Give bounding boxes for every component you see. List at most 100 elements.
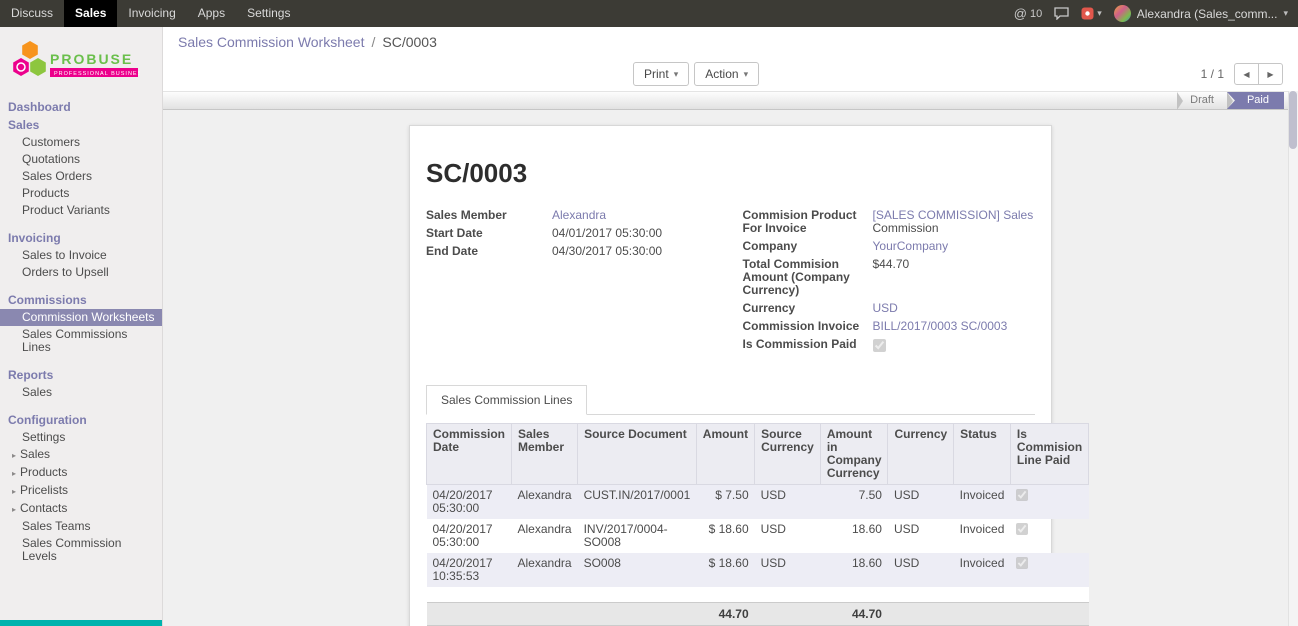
action-buttons: Print ▾ Action ▾	[633, 62, 759, 86]
user-menu[interactable]: Alexandra (Sales_comm... ▾	[1114, 5, 1288, 22]
table-row[interactable]: 04/20/2017 05:30:00 Alexandra INV/2017/0…	[427, 519, 1089, 553]
commission-invoice-link[interactable]: BILL/2017/0003 SC/0003	[873, 319, 1008, 333]
sidebar-item-contacts[interactable]: ▸Contacts	[0, 500, 162, 518]
cell-company-amount: 18.60	[820, 553, 888, 587]
activities-button[interactable]: ▾	[1081, 7, 1102, 20]
menu-apps[interactable]: Apps	[187, 0, 236, 27]
sidebar-item-pricelists[interactable]: ▸ Pricelists	[0, 482, 162, 500]
line-paid-checkbox[interactable]	[1016, 523, 1028, 535]
sidebar-item-quotations[interactable]: Quotations	[0, 151, 162, 168]
cell-commission-date: 04/20/2017 05:30:00	[427, 485, 512, 520]
sidebar-heading-reports[interactable]: Reports	[0, 366, 162, 384]
cell-sales-member: Alexandra	[512, 485, 578, 520]
mentions-button[interactable]: @ 10	[1014, 6, 1042, 21]
caret-down-icon: ▾	[1097, 8, 1102, 19]
sidebar-item-sales-commission-levels[interactable]: Sales Commission Levels	[0, 535, 162, 565]
is-commission-paid-checkbox[interactable]	[873, 339, 886, 352]
col-header-sales-member[interactable]: Sales Member	[512, 424, 578, 485]
menu-discuss[interactable]: Discuss	[0, 0, 64, 27]
sidebar-item-orders-to-upsell[interactable]: Orders to Upsell	[0, 264, 162, 281]
sidebar-heading-commissions[interactable]: Commissions	[0, 291, 162, 309]
menu-settings[interactable]: Settings	[236, 0, 301, 27]
at-icon: @	[1014, 6, 1027, 21]
cell-amount: $ 7.50	[696, 485, 754, 520]
sidebar-heading-invoicing[interactable]: Invoicing	[0, 229, 162, 247]
sidebar-item-sales-to-invoice[interactable]: Sales to Invoice	[0, 247, 162, 264]
print-button[interactable]: Print ▾	[633, 62, 689, 86]
next-page-button[interactable]: ▶	[1258, 63, 1283, 85]
sidebar-heading-sales[interactable]: Sales	[0, 116, 162, 134]
line-paid-checkbox[interactable]	[1016, 557, 1028, 569]
tab-sales-commission-lines[interactable]: Sales Commission Lines	[426, 385, 587, 415]
sidebar-item-config-products[interactable]: ▸Products	[0, 464, 162, 482]
currency-link[interactable]: USD	[873, 301, 898, 315]
total-commission-label: Total Commision Amount (Company Currency…	[743, 258, 865, 297]
sales-member-label: Sales Member	[426, 209, 544, 222]
action-button[interactable]: Action ▾	[694, 62, 759, 86]
breadcrumb-current: SC/0003	[382, 34, 436, 50]
col-header-amount-company-currency[interactable]: Amount in Company Currency	[820, 424, 888, 485]
col-header-currency[interactable]: Currency	[888, 424, 954, 485]
col-header-source-document[interactable]: Source Document	[578, 424, 697, 485]
sidebar-item-customers[interactable]: Customers	[0, 134, 162, 151]
breadcrumb-parent-link[interactable]: Sales Commission Worksheet	[178, 34, 364, 50]
expand-icon: ▸	[12, 451, 16, 460]
line-paid-checkbox[interactable]	[1016, 489, 1028, 501]
col-header-amount[interactable]: Amount	[696, 424, 754, 485]
pager-buttons: ◀ ▶	[1234, 63, 1283, 85]
col-header-is-commission-line-paid[interactable]: Is Commision Line Paid	[1010, 424, 1088, 485]
mentions-count: 10	[1030, 8, 1042, 20]
status-paid[interactable]: Paid	[1227, 92, 1284, 109]
col-header-source-currency[interactable]: Source Currency	[755, 424, 821, 485]
totals-empty-cell	[1010, 602, 1088, 625]
sidebar-item-sales-orders[interactable]: Sales Orders	[0, 168, 162, 185]
activity-icon	[1081, 7, 1094, 20]
totals-row: 44.70 44.70	[427, 602, 1089, 625]
start-date-value: 04/01/2017 05:30:00	[552, 227, 719, 240]
is-commission-paid-label: Is Commission Paid	[743, 338, 865, 351]
sidebar-item-reports-sales[interactable]: Sales	[0, 384, 162, 401]
sales-member-link[interactable]: Alexandra	[552, 208, 606, 222]
previous-page-button[interactable]: ◀	[1234, 63, 1259, 85]
col-header-commission-date[interactable]: Commission Date	[427, 424, 512, 485]
main-area: Sales Commission Worksheet / SC/0003 Pri…	[163, 27, 1298, 626]
vertical-scrollbar[interactable]	[1288, 91, 1298, 626]
probuse-logo[interactable]: PROBUSE PROFESSIONAL BUSINESS	[0, 27, 162, 92]
status-draft[interactable]: Draft	[1177, 92, 1227, 109]
chat-icon	[1054, 7, 1069, 20]
sidebar-item-products[interactable]: Products	[0, 185, 162, 202]
messages-button[interactable]	[1054, 7, 1069, 20]
sidebar-item-product-variants[interactable]: Product Variants	[0, 202, 162, 219]
sidebar-item-sales-commissions-lines[interactable]: Sales Commissions Lines	[0, 326, 162, 356]
sidebar-item-commission-worksheets[interactable]: Commission Worksheets	[0, 309, 162, 326]
cell-source-currency: USD	[755, 485, 821, 520]
breadcrumb-separator: /	[371, 34, 375, 50]
total-commission-value: $44.70	[873, 258, 1036, 271]
table-row[interactable]: 04/20/2017 05:30:00 Alexandra CUST.IN/20…	[427, 485, 1089, 520]
svg-text:PROFESSIONAL BUSINESS: PROFESSIONAL BUSINESS	[54, 71, 140, 77]
scrollbar-thumb[interactable]	[1289, 91, 1297, 149]
commission-product-value: [SALES COMMISSION] Sales Commission	[873, 209, 1036, 235]
table-row[interactable]: 04/20/2017 10:35:53 Alexandra SO008 $ 18…	[427, 553, 1089, 587]
sidebar-item-config-sales[interactable]: ▸Sales	[0, 446, 162, 464]
totals-empty-cell	[755, 602, 821, 625]
tab-bar: Sales Commission Lines	[426, 385, 1035, 415]
sidebar-item-sales-teams[interactable]: Sales Teams	[0, 518, 162, 535]
caret-down-icon: ▾	[1283, 8, 1288, 19]
sidebar-heading-configuration[interactable]: Configuration	[0, 411, 162, 429]
company-link[interactable]: YourCompany	[873, 239, 949, 253]
sidebar-item-label: Pricelists	[20, 483, 68, 497]
probuse-logo-image: PROBUSE PROFESSIONAL BUSINESS	[10, 39, 140, 83]
print-label: Print	[644, 67, 669, 81]
cell-commission-date: 04/20/2017 10:35:53	[427, 553, 512, 587]
menu-invoicing[interactable]: Invoicing	[117, 0, 186, 27]
sidebar-item-settings[interactable]: Settings	[0, 429, 162, 446]
cell-source-document: INV/2017/0004-SO008	[578, 519, 697, 553]
col-header-status[interactable]: Status	[954, 424, 1011, 485]
menu-sales[interactable]: Sales	[64, 0, 117, 27]
sidebar-heading-dashboard[interactable]: Dashboard	[0, 98, 162, 116]
expand-icon: ▸	[12, 469, 16, 478]
form-sheet: SC/0003 Sales Member Alexandra Start Dat…	[409, 125, 1052, 626]
expand-icon: ▸	[12, 487, 16, 496]
commission-product-link[interactable]: [SALES COMMISSION] Sales	[873, 208, 1034, 222]
